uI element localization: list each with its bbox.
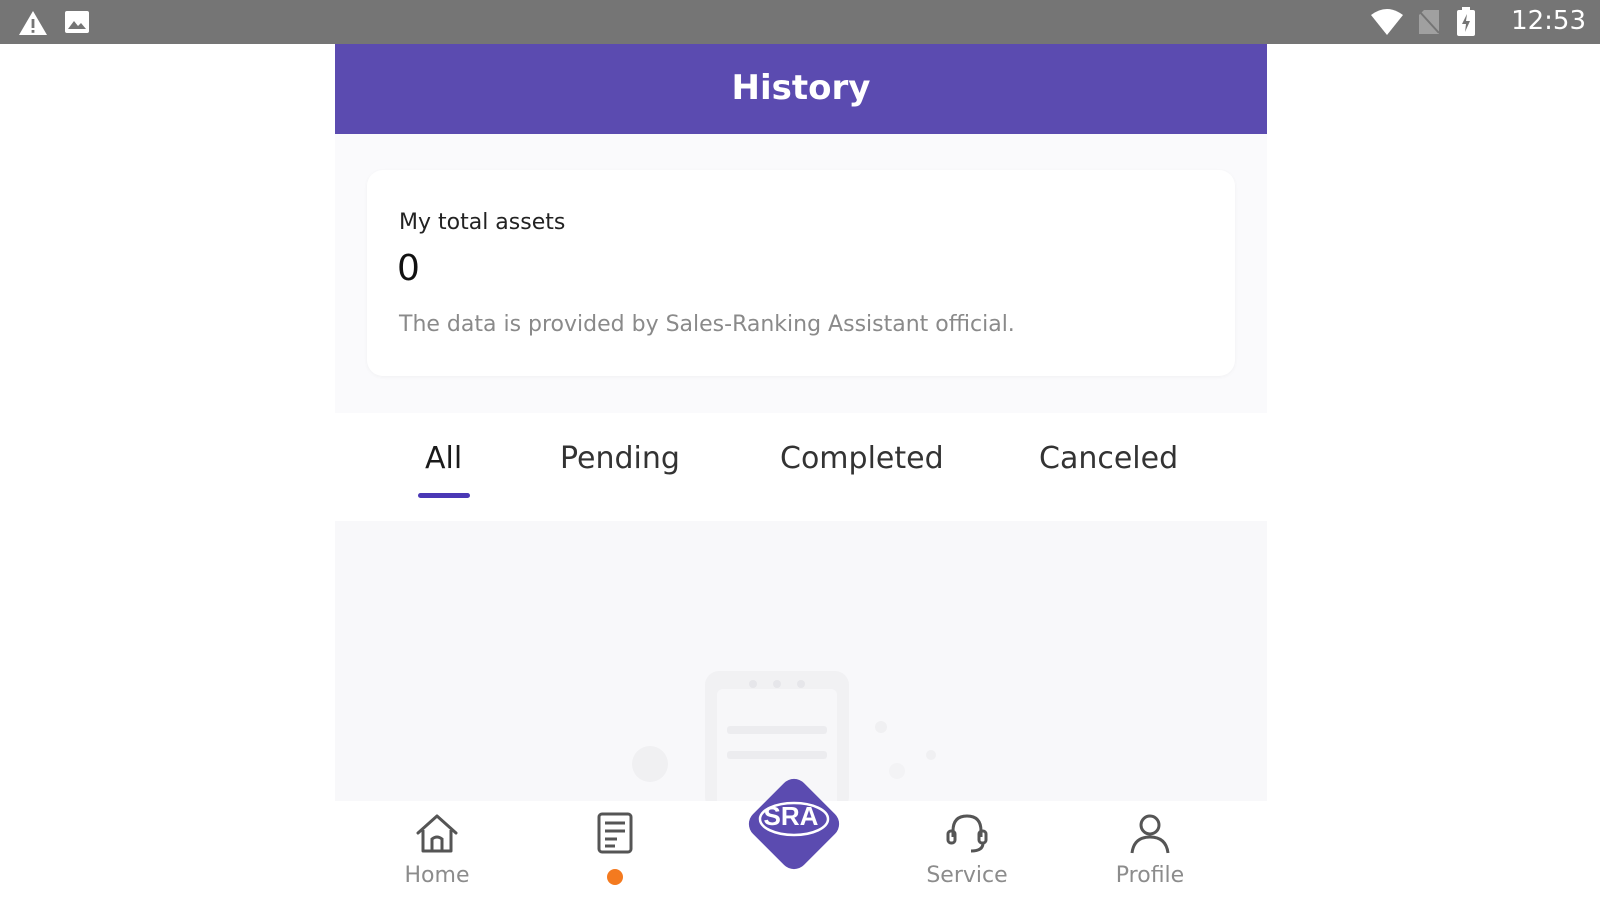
sra-logo-text: SRA (764, 801, 819, 831)
tab-canceled[interactable]: Canceled (1039, 441, 1178, 476)
page-title: History (731, 68, 871, 108)
profile-icon (1126, 814, 1174, 859)
sra-center-button[interactable]: SRA (733, 763, 855, 885)
headset-icon (943, 814, 991, 859)
notification-dot (607, 869, 623, 885)
app-screen: History My total assets 0 The data is pr… (335, 44, 1267, 900)
nav-orders[interactable] (555, 811, 675, 885)
image-icon (64, 10, 90, 38)
wifi-icon (1370, 8, 1404, 40)
no-sim-icon (1418, 9, 1440, 39)
tab-pending[interactable]: Pending (560, 441, 680, 476)
status-time: 12:53 (1511, 6, 1586, 36)
tab-all[interactable]: All (425, 441, 462, 476)
battery-charging-icon (1456, 7, 1476, 41)
history-list-empty (335, 521, 1267, 811)
document-list-icon (595, 812, 635, 859)
tab-completed[interactable]: Completed (780, 441, 944, 476)
nav-service[interactable]: Service (907, 811, 1027, 888)
header-bar: History (335, 44, 1267, 134)
history-tabs: All Pending Completed Canceled (335, 413, 1267, 521)
active-tab-indicator (418, 493, 470, 498)
total-assets-card: My total assets 0 The data is provided b… (367, 170, 1235, 376)
nav-profile[interactable]: Profile (1090, 811, 1210, 888)
data-source-note: The data is provided by Sales-Ranking As… (399, 312, 1015, 337)
nav-profile-label: Profile (1115, 863, 1185, 888)
nav-home[interactable]: Home (377, 811, 497, 888)
nav-service-label: Service (926, 863, 1008, 888)
warning-icon (18, 10, 48, 40)
bottom-navigation: Home SRA Service Profile (335, 778, 1267, 900)
total-assets-value: 0 (397, 248, 420, 289)
total-assets-label: My total assets (399, 210, 566, 235)
home-icon (413, 814, 461, 859)
status-bar: 12:53 (0, 0, 1600, 44)
nav-home-label: Home (404, 863, 470, 888)
